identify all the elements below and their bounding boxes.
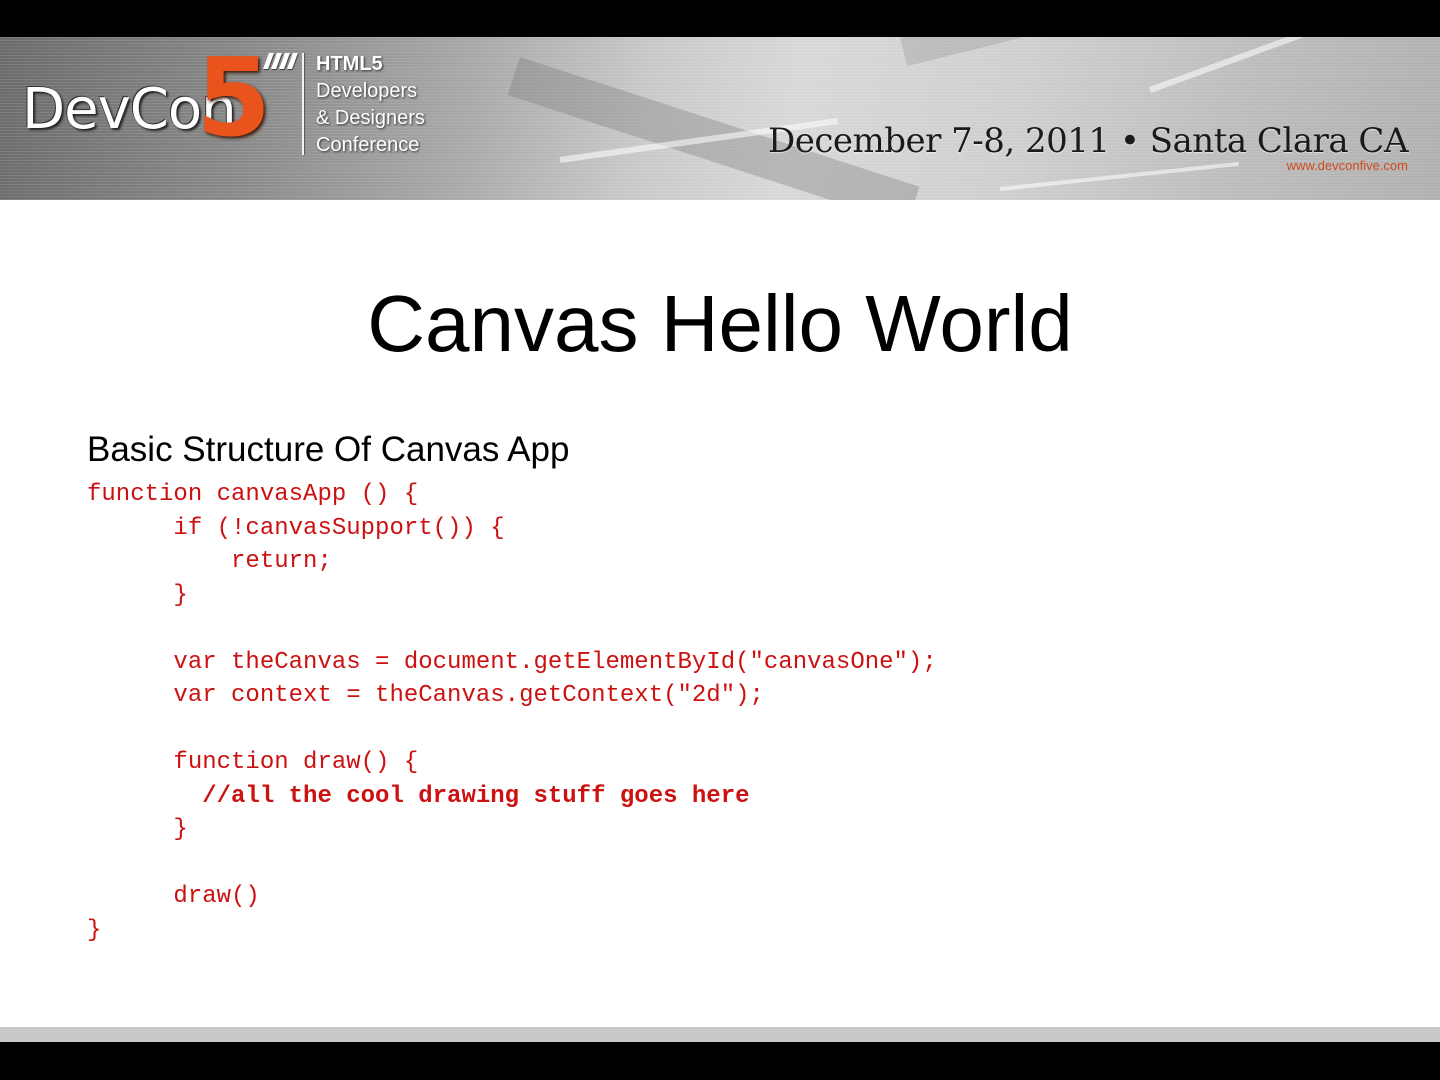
conference-tagline: HTML5 Developers & Designers Conference bbox=[316, 51, 425, 159]
code-line: function draw() { bbox=[87, 749, 419, 776]
banner-beam-decoration bbox=[900, 37, 1412, 67]
bottom-black-bar bbox=[0, 1042, 1440, 1080]
code-line: var theCanvas = document.getElementById(… bbox=[87, 648, 937, 676]
devcon-logo-number: 5 bbox=[196, 37, 272, 161]
event-url: www.devconfive.com bbox=[1286, 158, 1408, 173]
logo-divider bbox=[302, 53, 304, 155]
code-line: draw() bbox=[87, 883, 260, 910]
tagline-line: Conference bbox=[316, 134, 420, 156]
banner-light-streak bbox=[999, 161, 1239, 191]
event-date-location: December 7-8, 2011 • Santa Clara CA bbox=[767, 121, 1409, 161]
top-black-bar bbox=[0, 0, 1440, 37]
logo-bars-icon bbox=[262, 53, 298, 69]
code-line: } bbox=[87, 581, 188, 609]
code-line: if (!canvasSupport()) { bbox=[87, 514, 505, 542]
slide: DevCon 5 HTML5 Developers & Designers Co… bbox=[0, 0, 1440, 1080]
code-line: function canvasApp () { bbox=[87, 481, 419, 508]
code-line: } bbox=[87, 916, 102, 944]
bottom-gray-stripe bbox=[0, 1027, 1440, 1042]
banner-light-streak bbox=[1148, 37, 1396, 93]
tagline-line: HTML5 bbox=[316, 53, 383, 75]
conference-banner: DevCon 5 HTML5 Developers & Designers Co… bbox=[0, 37, 1440, 200]
tagline-line: & Designers bbox=[316, 107, 425, 129]
slide-subtitle: Basic Structure Of Canvas App bbox=[87, 430, 570, 469]
slide-title: Canvas Hello World bbox=[367, 279, 1073, 368]
code-line: var context = theCanvas.getContext("2d")… bbox=[87, 682, 764, 709]
code-block: function canvasApp () { if (!canvasSuppo… bbox=[87, 478, 937, 947]
code-comment-line: //all the cool drawing stuff goes here bbox=[87, 782, 750, 810]
code-line: return; bbox=[87, 548, 332, 575]
code-line: } bbox=[87, 816, 188, 843]
tagline-line: Developers bbox=[316, 80, 418, 102]
